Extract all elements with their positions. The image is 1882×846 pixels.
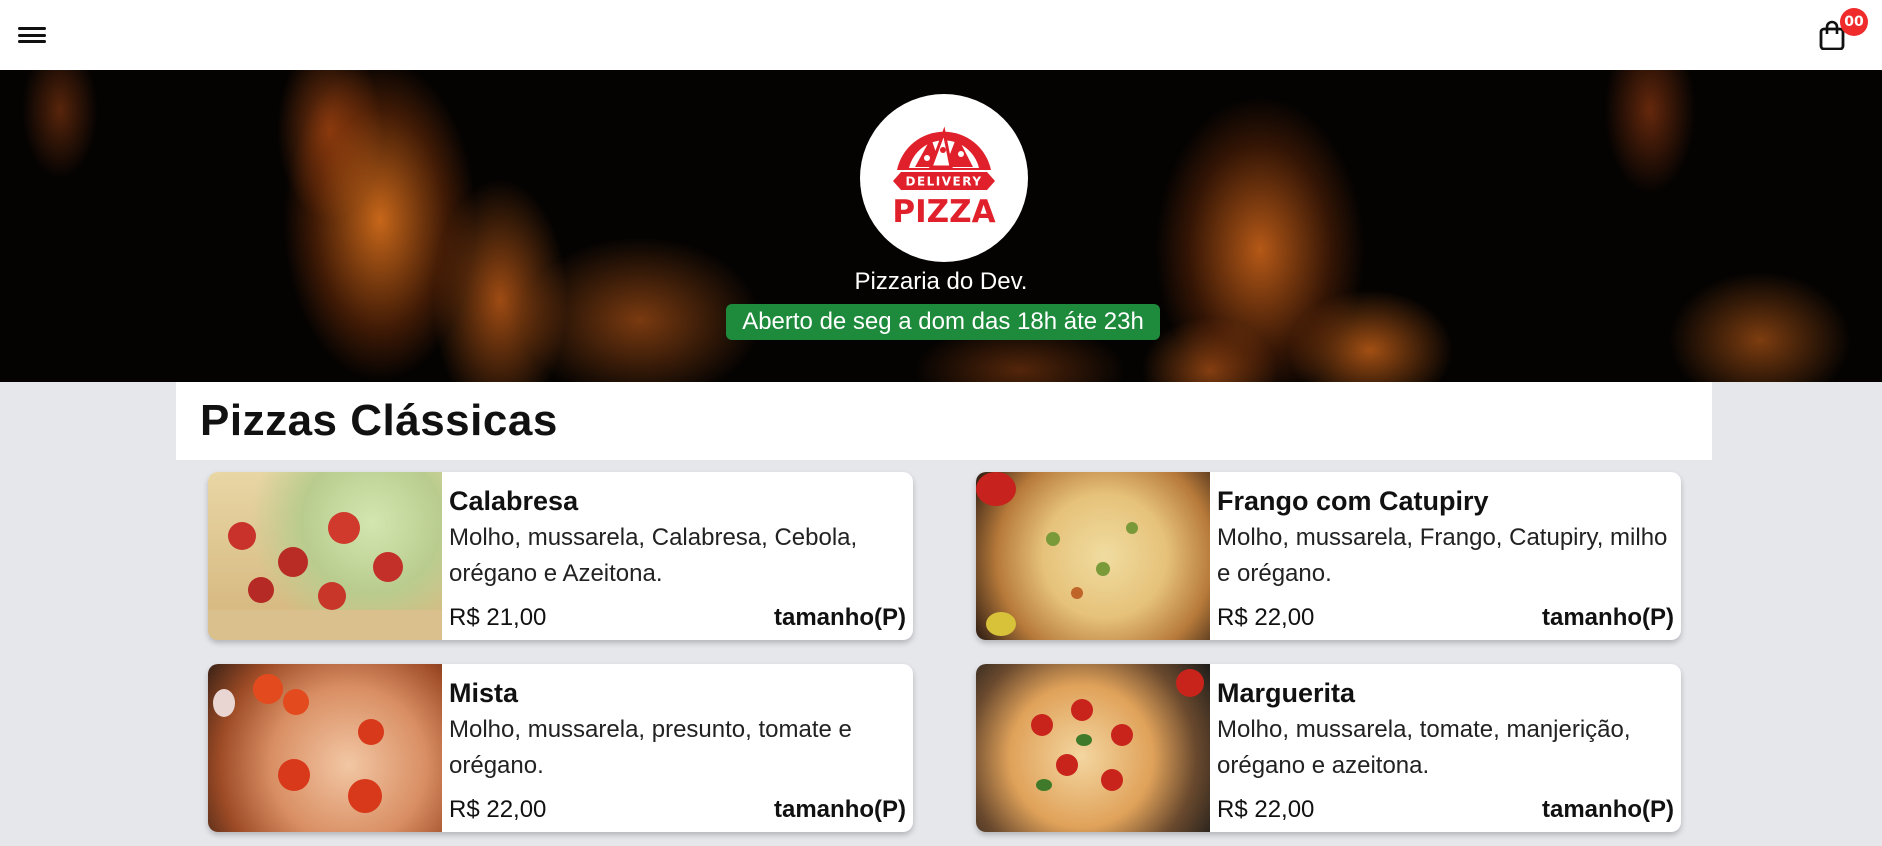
section-header: Pizzas Clássicas <box>176 382 1712 460</box>
product-name: Mista <box>449 678 519 708</box>
cart-count-badge: 00 <box>1840 8 1868 36</box>
product-name: Calabresa <box>449 486 579 516</box>
product-card[interactable]: Frango com Catupiry Molho, mussarela, Fr… <box>976 472 1681 640</box>
product-name: Frango com Catupiry <box>1217 486 1489 516</box>
cart-button[interactable]: 00 <box>1816 8 1868 52</box>
product-size: tamanho(P) <box>774 604 906 631</box>
product-description: Molho, mussarela, Calabresa, Cebola, oré… <box>449 524 858 587</box>
product-price: R$ 21,00 <box>449 604 547 631</box>
product-description: Molho, mussarela, Frango, Catupiry, milh… <box>1217 524 1668 587</box>
product-price: R$ 22,00 <box>449 796 547 823</box>
product-price: R$ 22,00 <box>1217 604 1315 631</box>
hero-banner: DELIVERY PIZZA Pizzaria do Dev. Aberto d… <box>0 70 1882 382</box>
logo-text-delivery: DELIVERY <box>905 175 982 189</box>
product-name: Marguerita <box>1217 678 1356 708</box>
product-description: Molho, mussarela, tomate, manjerição, or… <box>1217 716 1631 779</box>
store-logo: DELIVERY PIZZA <box>860 94 1028 262</box>
product-card[interactable]: Mista Molho, mussarela, presunto, tomate… <box>208 664 913 832</box>
section-title: Pizzas Clássicas <box>200 396 558 445</box>
store-name: Pizzaria do Dev. <box>854 268 1028 295</box>
product-size: tamanho(P) <box>1542 796 1674 823</box>
opening-hours-badge: Aberto de seg a dom das 18h áte 23h <box>726 304 1160 340</box>
product-size: tamanho(P) <box>1542 604 1674 631</box>
product-image <box>208 472 442 640</box>
hamburger-menu-icon[interactable] <box>18 23 46 47</box>
product-image <box>976 472 1210 640</box>
product-card[interactable]: Calabresa Molho, mussarela, Calabresa, C… <box>208 472 913 640</box>
product-image <box>976 664 1210 832</box>
logo-text-pizza: PIZZA <box>892 194 995 230</box>
product-card[interactable]: Marguerita Molho, mussarela, tomate, man… <box>976 664 1681 832</box>
pizza-logo-graphic: DELIVERY PIZZA <box>892 126 996 230</box>
top-navbar: 00 <box>0 0 1882 70</box>
product-image <box>208 664 442 832</box>
product-description: Molho, mussarela, presunto, tomate e oré… <box>449 716 852 779</box>
product-price: R$ 22,00 <box>1217 796 1315 823</box>
product-size: tamanho(P) <box>774 796 906 823</box>
